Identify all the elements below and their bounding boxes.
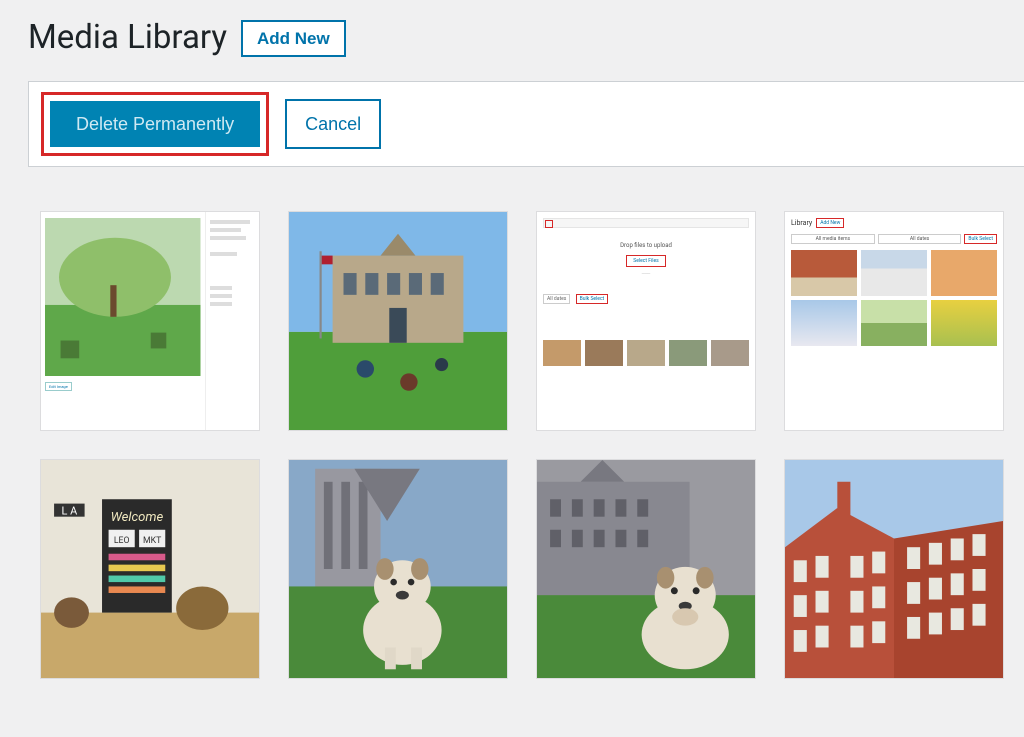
media-library-page: Media Library Add New Delete Permanently… — [0, 0, 1024, 679]
svg-text:LEO: LEO — [114, 536, 130, 546]
media-item[interactable]: Welcome LEO MKT L A — [40, 459, 260, 679]
cancel-button[interactable]: Cancel — [285, 99, 381, 149]
media-item[interactable] — [784, 459, 1004, 679]
media-item[interactable]: Library Add New All media items All date… — [784, 211, 1004, 431]
media-grid: Edit Image — [28, 211, 1024, 679]
media-item[interactable] — [288, 459, 508, 679]
page-title: Media Library — [28, 20, 227, 56]
thumbnail-market-sign-icon: Welcome LEO MKT L A — [41, 460, 259, 678]
delete-highlight-box: Delete Permanently — [41, 92, 269, 156]
bulk-action-bar: Delete Permanently Cancel — [28, 81, 1024, 167]
svg-text:MKT: MKT — [143, 536, 161, 546]
add-new-button[interactable]: Add New — [241, 20, 346, 57]
thumbnail-campus-building-icon — [289, 212, 507, 430]
media-item[interactable]: Edit Image — [40, 211, 260, 431]
thumbnail-attachment-details-icon: Edit Image — [41, 212, 259, 430]
media-item[interactable] — [536, 459, 756, 679]
page-header: Media Library Add New — [28, 20, 1024, 57]
thumbnail-upload-screen-icon: Drop files to upload Select Files ─── Al… — [537, 212, 755, 430]
thumbnail-brick-building-icon — [785, 460, 1003, 678]
svg-text:L A: L A — [62, 505, 78, 518]
delete-permanently-button[interactable]: Delete Permanently — [50, 101, 260, 147]
thumbnail-bulldog-building-icon — [537, 460, 755, 678]
media-item[interactable]: Drop files to upload Select Files ─── Al… — [536, 211, 756, 431]
thumbnail-library-grid-icon: Library Add New All media items All date… — [785, 212, 1003, 430]
media-item[interactable] — [288, 211, 508, 431]
edit-image-chip: Edit Image — [45, 382, 72, 391]
svg-text:Welcome: Welcome — [111, 510, 164, 525]
thumbnail-bulldog-icon — [289, 460, 507, 678]
